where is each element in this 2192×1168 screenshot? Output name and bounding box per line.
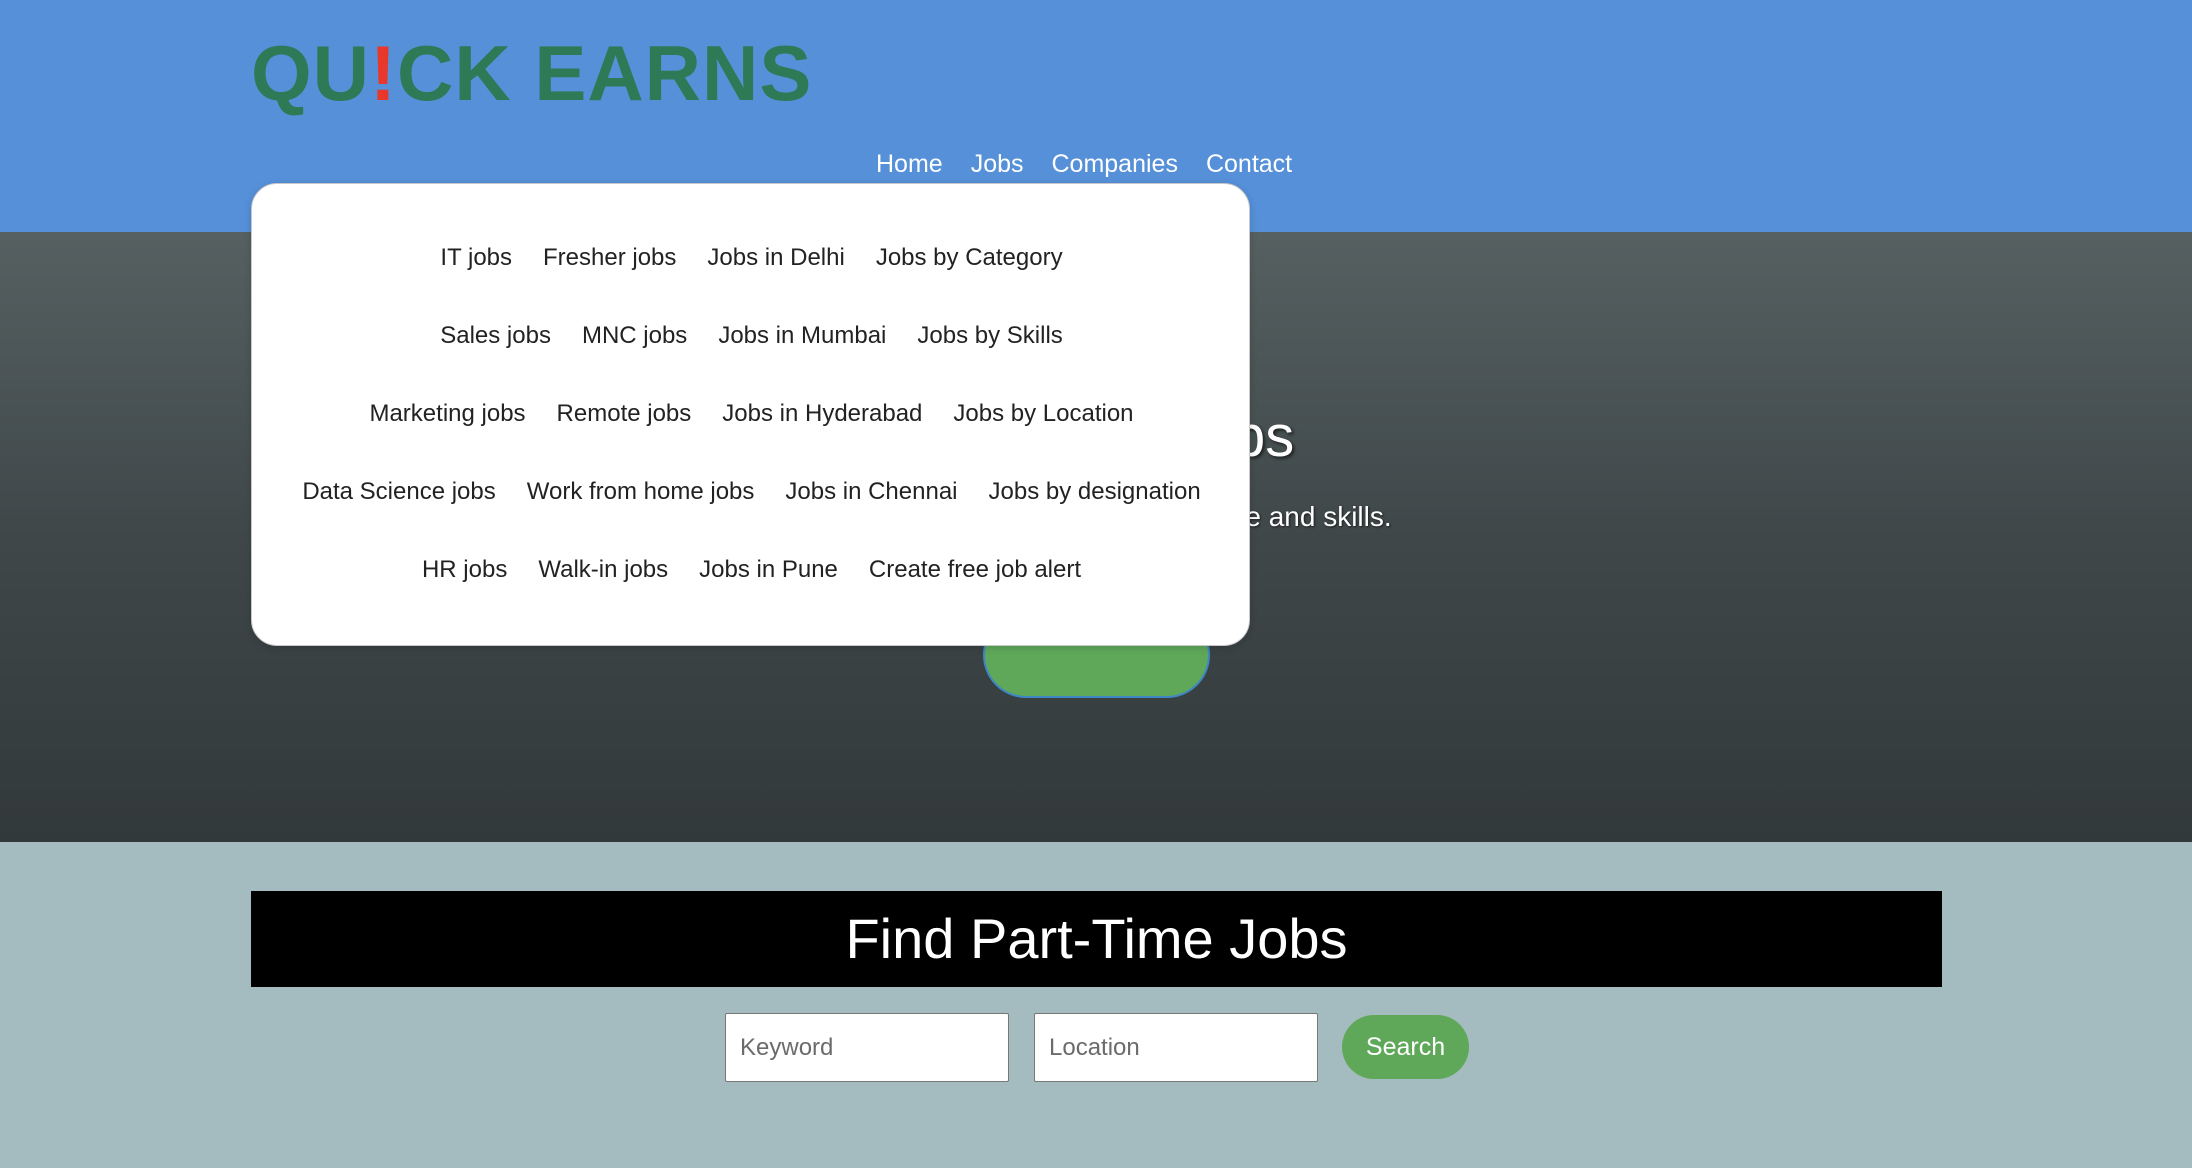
search-title: Find Part-Time Jobs	[845, 907, 1348, 970]
dropdown-item-jobs-by-skills[interactable]: Jobs by Skills	[917, 319, 1062, 353]
dropdown-item-jobs-by-location[interactable]: Jobs by Location	[953, 397, 1133, 431]
dropdown-item-jobs-in-hyderabad[interactable]: Jobs in Hyderabad	[722, 397, 922, 431]
logo-text-prefix: QU	[251, 29, 370, 117]
dropdown-row: Marketing jobs Remote jobs Jobs in Hyderab…	[252, 397, 1251, 431]
search-title-bar: Find Part-Time Jobs	[251, 891, 1942, 987]
nav-companies[interactable]: Companies	[1052, 147, 1178, 181]
dropdown-item-data-science-jobs[interactable]: Data Science jobs	[302, 475, 495, 509]
dropdown-row: Data Science jobs Work from home jobs Jobs…	[252, 475, 1251, 509]
dropdown-item-create-job-alert[interactable]: Create free job alert	[869, 553, 1081, 587]
search-button[interactable]: Search	[1342, 1015, 1469, 1079]
dropdown-item-mnc-jobs[interactable]: MNC jobs	[582, 319, 687, 353]
dropdown-item-it-jobs[interactable]: IT jobs	[440, 241, 512, 275]
dropdown-item-work-from-home-jobs[interactable]: Work from home jobs	[527, 475, 755, 509]
dropdown-item-jobs-in-mumbai[interactable]: Jobs in Mumbai	[718, 319, 886, 353]
keyword-input[interactable]	[725, 1013, 1009, 1082]
job-search-section: Find Part-Time Jobs Search	[0, 842, 2192, 1168]
dropdown-item-jobs-in-pune[interactable]: Jobs in Pune	[699, 553, 838, 587]
logo-exclamation: !	[370, 29, 397, 117]
logo-text-suffix: CK EARNS	[396, 29, 813, 117]
nav-jobs[interactable]: Jobs	[971, 147, 1024, 181]
main-nav: Home Jobs Companies Contact	[0, 147, 2192, 181]
dropdown-item-walk-in-jobs[interactable]: Walk-in jobs	[538, 553, 668, 587]
site-logo[interactable]: QU!CK EARNS	[251, 28, 812, 118]
dropdown-row: Sales jobs MNC jobs Jobs in Mumbai Jobs by …	[252, 319, 1251, 353]
dropdown-item-remote-jobs[interactable]: Remote jobs	[557, 397, 692, 431]
dropdown-row: IT jobs Fresher jobs Jobs in Delhi Jobs by …	[252, 241, 1251, 275]
location-input[interactable]	[1034, 1013, 1318, 1082]
dropdown-item-jobs-by-designation[interactable]: Jobs by designation	[989, 475, 1201, 509]
dropdown-item-jobs-in-chennai[interactable]: Jobs in Chennai	[785, 475, 957, 509]
dropdown-row: HR jobs Walk-in jobs Jobs in Pune Create fr…	[252, 553, 1251, 587]
dropdown-item-fresher-jobs[interactable]: Fresher jobs	[543, 241, 676, 275]
dropdown-item-sales-jobs[interactable]: Sales jobs	[440, 319, 551, 353]
dropdown-item-jobs-by-category[interactable]: Jobs by Category	[876, 241, 1063, 275]
jobs-dropdown-menu: IT jobs Fresher jobs Jobs in Delhi Jobs by …	[251, 183, 1250, 646]
dropdown-item-marketing-jobs[interactable]: Marketing jobs	[369, 397, 525, 431]
dropdown-item-hr-jobs[interactable]: HR jobs	[422, 553, 507, 587]
dropdown-item-jobs-in-delhi[interactable]: Jobs in Delhi	[707, 241, 844, 275]
nav-home[interactable]: Home	[876, 147, 943, 181]
nav-contact[interactable]: Contact	[1206, 147, 1292, 181]
